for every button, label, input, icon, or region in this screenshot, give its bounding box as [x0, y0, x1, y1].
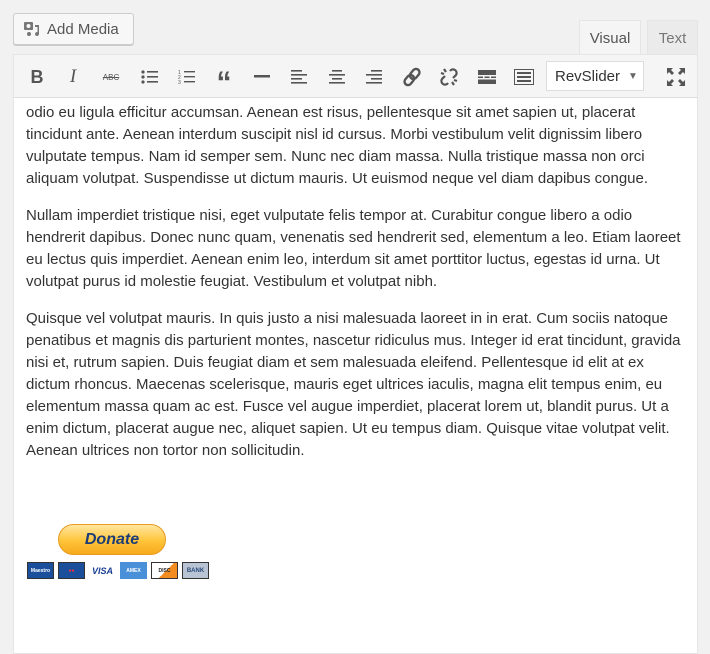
bank-logo: BANK — [182, 562, 209, 579]
editor-content[interactable]: odio eu ligula efficitur accumsan. Aenea… — [14, 98, 697, 462]
visa-logo: VISA — [89, 562, 116, 579]
tab-visual[interactable]: Visual — [579, 20, 641, 55]
link-icon[interactable] — [398, 63, 426, 91]
italic-icon[interactable]: I — [59, 63, 87, 91]
tab-text-label: Text — [658, 29, 687, 47]
align-left-icon[interactable] — [285, 63, 313, 91]
donate-label: Donate — [84, 530, 140, 548]
numbered-list-icon[interactable]: 123 — [173, 63, 201, 91]
payment-cards: Maestro ●● VISA AMEX DISC BANK — [27, 562, 209, 579]
mastercard-logo: ●● — [58, 562, 85, 579]
bold-icon[interactable]: B — [23, 63, 51, 91]
discover-logo: DISC — [151, 562, 178, 579]
horizontal-rule-icon[interactable] — [248, 63, 276, 91]
chevron-down-icon: ▼ — [628, 70, 638, 82]
unlink-icon[interactable] — [435, 63, 463, 91]
read-more-icon[interactable] — [473, 63, 501, 91]
editor-toolbar: B I ABC 123 “ RevSlider ▼ — [14, 55, 697, 99]
media-icon — [24, 22, 40, 37]
amex-logo: AMEX — [120, 562, 147, 579]
paragraph: odio eu ligula efficitur accumsan. Aenea… — [26, 104, 649, 187]
maestro-logo: Maestro — [27, 562, 54, 579]
blockquote-icon[interactable]: “ — [210, 63, 238, 99]
align-right-icon[interactable] — [360, 63, 388, 91]
tab-text[interactable]: Text — [647, 20, 698, 55]
tab-visual-label: Visual — [589, 29, 631, 47]
donate-button[interactable]: Donate — [58, 524, 166, 555]
align-center-icon[interactable] — [323, 63, 351, 91]
fullscreen-icon[interactable] — [662, 63, 690, 91]
toolbar-toggle-icon[interactable] — [510, 63, 538, 91]
editor: B I ABC 123 “ RevSlider ▼ odio eu ligula … — [13, 54, 698, 654]
paragraph: Nullam imperdiet tristique nisi, eget vu… — [26, 207, 681, 290]
add-media-label: Add Media — [47, 20, 119, 38]
paragraph: Quisque vel volutpat mauris. In quis jus… — [26, 310, 681, 459]
bullet-list-icon[interactable] — [136, 63, 164, 91]
strikethrough-icon[interactable]: ABC — [97, 63, 125, 91]
svg-text:3: 3 — [178, 80, 181, 85]
add-media-button[interactable]: Add Media — [13, 13, 134, 45]
revslider-select[interactable]: RevSlider ▼ — [546, 61, 644, 91]
revslider-select-value: RevSlider — [555, 67, 621, 85]
